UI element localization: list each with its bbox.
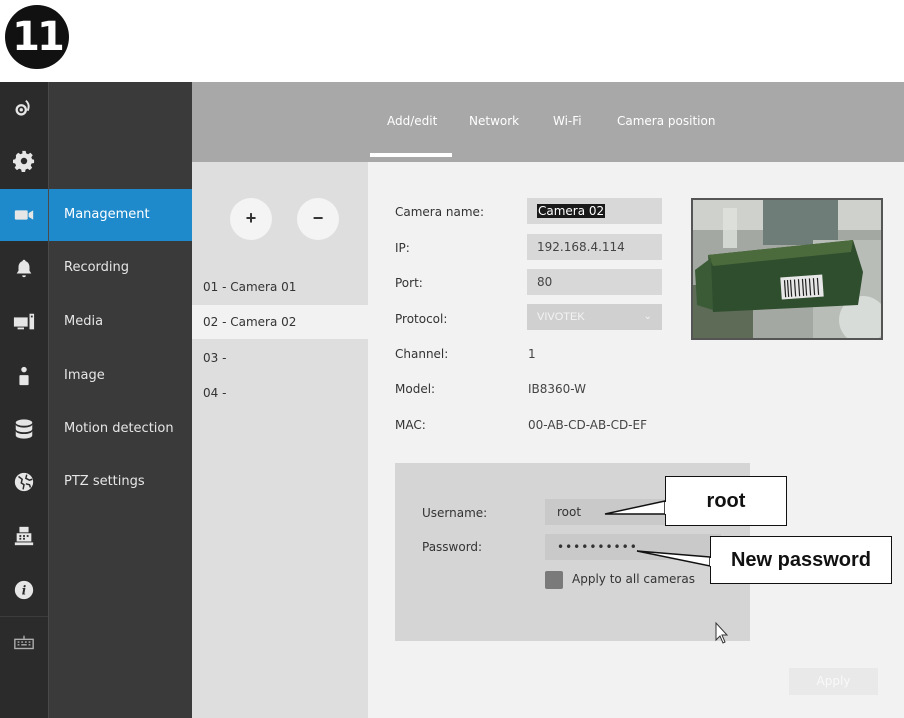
- model-value: IB8360-W: [528, 382, 587, 396]
- tabs-bar: Add/edit Network Wi-Fi Camera position: [192, 82, 904, 162]
- password-label: Password:: [422, 540, 483, 554]
- globe-icon[interactable]: [0, 456, 48, 508]
- apply-all-label: Apply to all cameras: [572, 572, 695, 586]
- tab-network[interactable]: Network: [469, 114, 519, 128]
- remove-camera-button[interactable]: −: [297, 198, 339, 240]
- database-icon[interactable]: [0, 403, 48, 455]
- username-label: Username:: [422, 506, 488, 520]
- menu-item-ptz-settings[interactable]: PTZ settings: [49, 456, 193, 508]
- camera-name-field[interactable]: Camera 02: [527, 198, 662, 224]
- camera-lens-icon[interactable]: [0, 82, 48, 134]
- video-camera-icon[interactable]: [0, 189, 48, 241]
- password-field[interactable]: ••••••••••: [545, 534, 721, 560]
- icon-sidebar: i: [0, 82, 48, 718]
- camera-list-item[interactable]: 03 -: [192, 341, 368, 375]
- chevron-down-icon: ⌄: [643, 311, 652, 322]
- port-field[interactable]: 80: [527, 269, 662, 295]
- monitor-speaker-icon[interactable]: [0, 296, 48, 348]
- mac-label: MAC:: [395, 418, 426, 432]
- protocol-value: VIVOTEK: [537, 311, 585, 323]
- apply-button[interactable]: Apply: [789, 668, 878, 695]
- menu-item-recording[interactable]: Recording: [49, 242, 193, 294]
- cash-register-icon[interactable]: [0, 510, 48, 562]
- protocol-label: Protocol:: [395, 312, 448, 326]
- camera-list-item[interactable]: 01 - Camera 01: [192, 270, 368, 304]
- mac-value: 00-AB-CD-AB-CD-EF: [528, 418, 647, 432]
- camera-preview-image: [691, 198, 883, 340]
- port-label: Port:: [395, 276, 423, 290]
- channel-label: Channel:: [395, 347, 449, 361]
- tab-add-edit[interactable]: Add/edit: [387, 114, 437, 128]
- ip-label: IP:: [395, 241, 410, 255]
- menu-item-motion-detection[interactable]: Motion detection: [49, 403, 193, 455]
- person-icon[interactable]: [0, 350, 48, 402]
- callout-new-password: New password: [710, 536, 892, 584]
- apply-all-checkbox[interactable]: [545, 571, 563, 589]
- ip-field[interactable]: 192.168.4.114: [527, 234, 662, 260]
- camera-list-item-selected[interactable]: 02 - Camera 02: [192, 305, 368, 339]
- settings-menu: Management Recording Media Image Motion …: [48, 82, 193, 718]
- add-camera-button[interactable]: +: [230, 198, 272, 240]
- gear-icon[interactable]: [0, 135, 48, 187]
- model-label: Model:: [395, 382, 436, 396]
- info-icon[interactable]: i: [0, 564, 48, 616]
- callout-root: root: [665, 476, 787, 526]
- menu-item-management[interactable]: Management: [49, 189, 193, 241]
- tab-wifi[interactable]: Wi-Fi: [553, 114, 582, 128]
- active-tab-indicator: [370, 153, 452, 157]
- svg-text:i: i: [22, 584, 27, 598]
- screenshot-root: 11 i Management Recording Media Image Mo…: [0, 0, 904, 718]
- preview-scene: [693, 200, 881, 338]
- camera-name-value: Camera 02: [537, 204, 606, 218]
- camera-list-item[interactable]: 04 -: [192, 376, 368, 410]
- keyboard-icon[interactable]: [0, 616, 48, 668]
- tab-camera-position[interactable]: Camera position: [617, 114, 715, 128]
- protocol-select[interactable]: VIVOTEK ⌄: [527, 304, 662, 330]
- channel-value: 1: [528, 347, 536, 361]
- menu-item-image[interactable]: Image: [49, 350, 193, 402]
- camera-name-label: Camera name:: [395, 205, 484, 219]
- bell-icon[interactable]: [0, 242, 48, 294]
- menu-item-media[interactable]: Media: [49, 296, 193, 348]
- camera-list-panel: [192, 162, 368, 718]
- step-number-badge: 11: [5, 5, 69, 69]
